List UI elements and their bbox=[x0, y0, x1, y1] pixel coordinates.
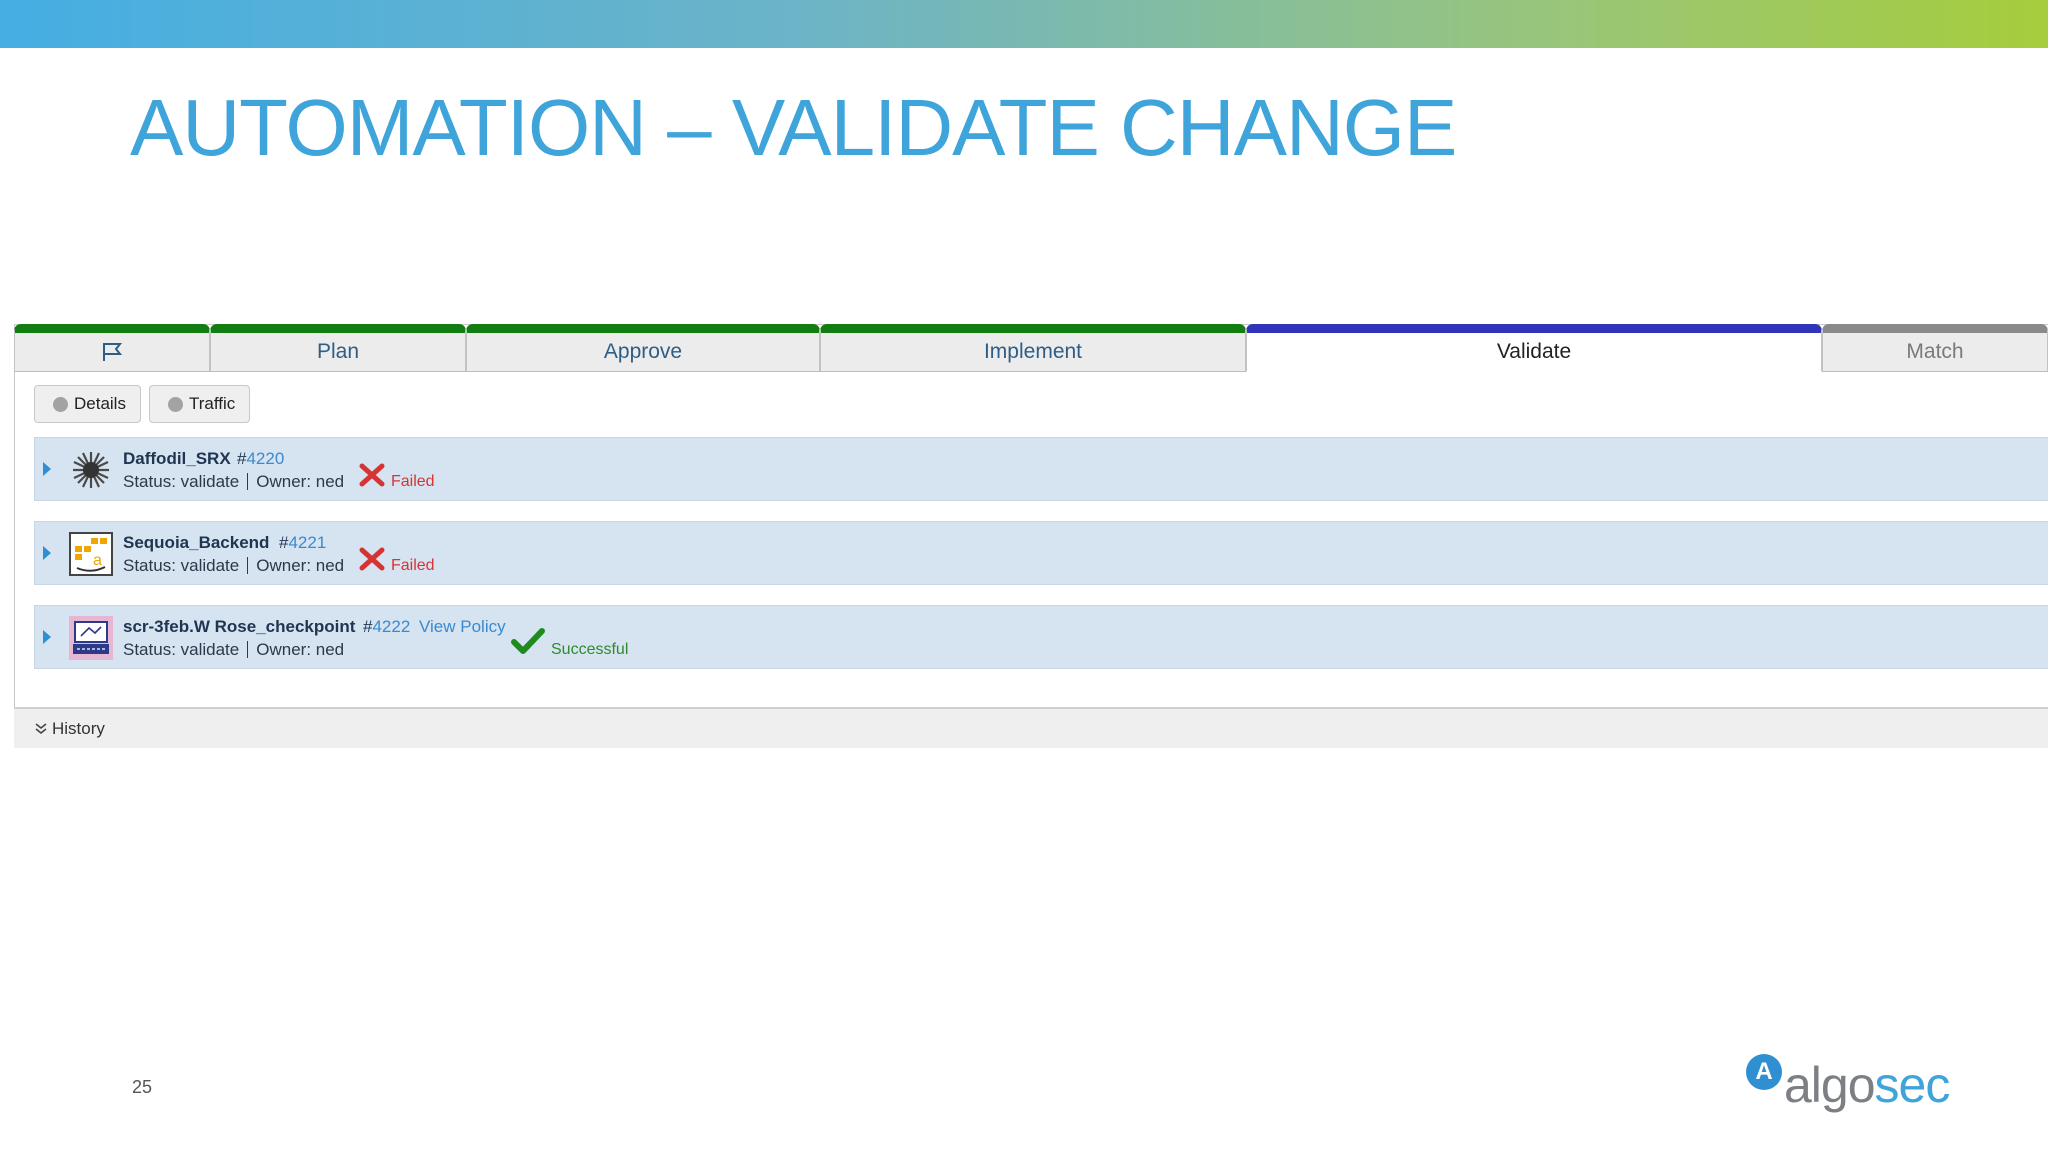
history-toggle[interactable]: History bbox=[14, 707, 2048, 748]
tab-validate[interactable]: Validate bbox=[1246, 324, 1822, 372]
expand-arrow-icon[interactable] bbox=[43, 462, 51, 476]
tab-match-label: Match bbox=[1906, 340, 1964, 363]
view-policy-link[interactable]: View Policy bbox=[419, 617, 506, 637]
tab-match[interactable]: Match bbox=[1822, 324, 2048, 372]
page-number: 25 bbox=[132, 1077, 153, 1097]
cross-icon bbox=[359, 547, 385, 571]
slide-title: AUTOMATION – VALIDATE CHANGE bbox=[130, 83, 1457, 172]
change-request-id[interactable]: #4222 bbox=[363, 617, 410, 637]
expand-arrow-icon[interactable] bbox=[43, 630, 51, 644]
details-filter-label: Details bbox=[74, 394, 126, 413]
device-row-daffodil[interactable]: Daffodil_SRX #4220 Status: validate Owner… bbox=[34, 437, 2048, 501]
history-label: History bbox=[52, 718, 105, 738]
top-gradient-bar bbox=[0, 0, 2048, 48]
algosec-logo-text: algosec bbox=[1784, 1057, 1950, 1113]
device-row-sequoia[interactable]: a Sequoia_Backend #4221 Status: validate… bbox=[34, 521, 2048, 585]
svg-text:a: a bbox=[93, 552, 102, 569]
validation-result: Failed bbox=[391, 557, 435, 574]
tab-plan-label: Plan bbox=[316, 340, 360, 363]
device-row-rose-checkpoint[interactable]: scr-3feb.W Rose_checkpoint #4222 View Po… bbox=[34, 605, 2048, 669]
device-name: Sequoia_Backend bbox=[123, 533, 270, 552]
radio-dot-icon bbox=[168, 396, 183, 412]
details-filter-button[interactable]: Details bbox=[34, 385, 141, 423]
algosec-logo: A algosec bbox=[1746, 1050, 1950, 1116]
flag-icon bbox=[103, 343, 123, 361]
checkpoint-device-icon bbox=[69, 616, 113, 660]
device-name: scr-3feb.W Rose_checkpoint bbox=[123, 617, 356, 636]
device-status-line: Status: validate Owner: ned bbox=[123, 556, 345, 575]
device-status-line: Status: validate Owner: ned bbox=[123, 472, 345, 491]
tab-approve-label: Approve bbox=[603, 340, 683, 363]
tab-flag[interactable] bbox=[14, 324, 210, 372]
change-request-id[interactable]: #4221 bbox=[279, 533, 326, 553]
double-chevron-down-icon bbox=[35, 722, 47, 734]
radio-dot-icon bbox=[53, 396, 68, 412]
traffic-filter-label: Traffic bbox=[189, 394, 236, 413]
aws-device-icon: a bbox=[69, 532, 113, 576]
tab-validate-label: Validate bbox=[1496, 340, 1572, 363]
cross-icon bbox=[359, 463, 385, 487]
validation-result: Failed bbox=[391, 473, 435, 490]
expand-arrow-icon[interactable] bbox=[43, 546, 51, 560]
tab-implement-label: Implement bbox=[983, 340, 1083, 363]
tab-approve[interactable]: Approve bbox=[466, 324, 820, 372]
device-status-line: Status: validate Owner: ned bbox=[123, 640, 345, 659]
device-name: Daffodil_SRX bbox=[123, 449, 231, 468]
validation-result: Successful bbox=[551, 641, 629, 658]
tab-plan[interactable]: Plan bbox=[210, 324, 466, 372]
tab-implement[interactable]: Implement bbox=[820, 324, 1246, 372]
change-request-id[interactable]: #4220 bbox=[237, 449, 284, 469]
traffic-filter-button[interactable]: Traffic bbox=[149, 385, 251, 423]
checkmark-icon bbox=[511, 628, 545, 654]
algosec-logo-icon: A bbox=[1746, 1054, 1782, 1090]
juniper-device-icon bbox=[73, 452, 109, 488]
